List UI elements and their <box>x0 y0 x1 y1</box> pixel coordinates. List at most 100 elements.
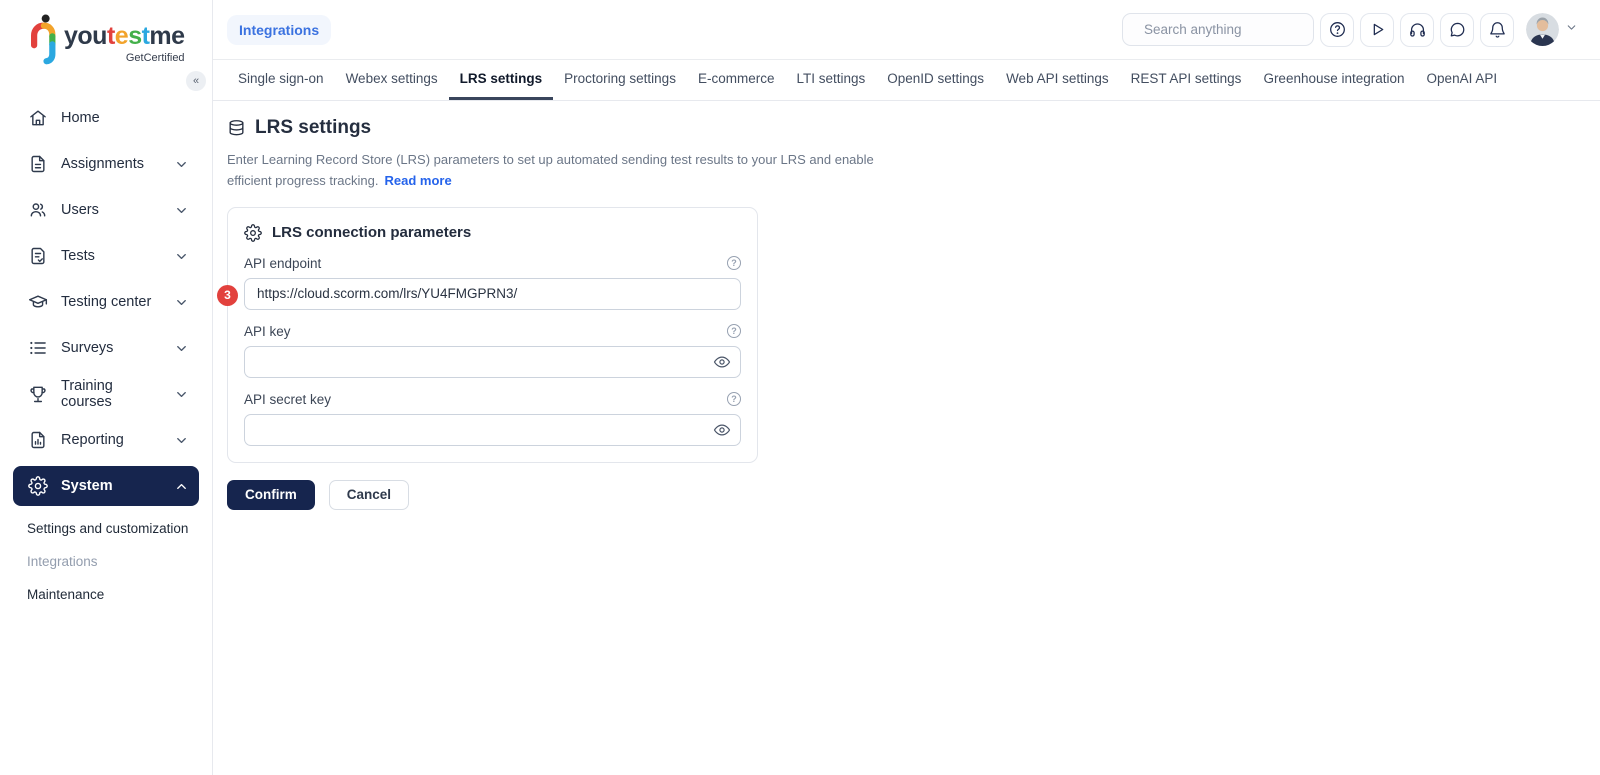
bell-icon <box>1489 22 1505 38</box>
page-description: Enter Learning Record Store (LRS) parame… <box>227 150 1600 192</box>
gear-icon <box>244 223 262 242</box>
tab-lti-settings[interactable]: LTI settings <box>785 60 876 100</box>
play-icon <box>1373 23 1383 36</box>
notifications-button[interactable] <box>1480 12 1514 47</box>
subnav-item-label: Settings and customization <box>27 521 189 536</box>
subnav-item-settings-and-customization[interactable]: Settings and customization <box>0 512 212 545</box>
top-bar: Integrations <box>213 0 1600 60</box>
brand-name: youtestme <box>64 22 185 50</box>
settings-tabbar: Single sign-on Webex settings LRS settin… <box>213 60 1600 101</box>
sidebar-item-testing-center[interactable]: Testing center <box>13 282 199 322</box>
read-more-link[interactable]: Read more <box>385 173 452 188</box>
gear-icon <box>28 476 48 496</box>
info-icon[interactable]: ? <box>727 256 741 271</box>
brand-tagline: GetCertified <box>125 52 185 64</box>
help-button[interactable] <box>1320 12 1354 47</box>
tour-button[interactable] <box>1360 12 1394 47</box>
support-button[interactable] <box>1400 12 1434 47</box>
top-bar-actions <box>1122 12 1578 47</box>
info-icon[interactable]: ? <box>727 392 741 407</box>
api-endpoint-input[interactable] <box>244 277 741 310</box>
assignments-icon <box>31 155 45 173</box>
field-label-row: API endpoint ? <box>244 256 741 271</box>
subnav-item-integrations[interactable]: Integrations <box>0 545 212 578</box>
eye-icon <box>713 356 731 368</box>
description-line1: Enter Learning Record Store (LRS) parame… <box>227 152 874 167</box>
api-key-input[interactable] <box>244 345 741 378</box>
system-subnav: Settings and customization Integrations … <box>0 512 212 611</box>
sidebar-item-label: Training courses <box>61 378 113 410</box>
eye-icon <box>713 424 731 436</box>
sidebar-item-home[interactable]: Home <box>13 98 199 138</box>
field-label-row: API secret key ? <box>244 392 741 407</box>
sidebar-item-label: System <box>61 478 113 494</box>
confirm-button[interactable]: Confirm <box>227 479 315 510</box>
field-label-row: API key ? <box>244 324 741 339</box>
sidebar-item-assignments[interactable]: Assignments <box>13 144 199 184</box>
page-title: LRS settings <box>227 117 1600 139</box>
sidebar-item-reporting[interactable]: Reporting <box>13 420 199 460</box>
toggle-visibility-button[interactable] <box>713 421 731 439</box>
description-line2: efficient progress tracking. <box>227 172 379 188</box>
content-area: LRS settings Enter Learning Record Store… <box>213 101 1600 510</box>
sidebar-item-training-courses[interactable]: Training courses <box>13 374 199 414</box>
training-courses-icon <box>30 386 46 403</box>
subnav-item-maintenance[interactable]: Maintenance <box>0 578 212 611</box>
chevron-down-icon <box>177 299 186 305</box>
headset-icon <box>1409 23 1425 37</box>
tab-openai-api[interactable]: OpenAI API <box>1416 60 1509 100</box>
user-avatar[interactable] <box>1526 13 1559 46</box>
tab-greenhouse-integration[interactable]: Greenhouse integration <box>1252 60 1415 100</box>
form-actions: Confirm Cancel <box>227 479 1600 510</box>
subnav-item-label: Integrations <box>27 554 98 569</box>
tab-openid-settings[interactable]: OpenID settings <box>876 60 995 100</box>
page-title-text: LRS settings <box>255 117 372 138</box>
sidebar-item-surveys[interactable]: Surveys <box>13 328 199 368</box>
api-secret-key-input[interactable] <box>244 413 741 446</box>
database-icon <box>229 119 244 135</box>
sidebar-item-system[interactable]: System <box>13 466 199 506</box>
chevron-down-icon <box>177 253 186 259</box>
collapse-icon: « <box>192 75 200 87</box>
avatar-image <box>1526 13 1559 46</box>
toggle-visibility-button[interactable] <box>713 353 731 371</box>
tab-proctoring-settings[interactable]: Proctoring settings <box>553 60 687 100</box>
tab-rest-api-settings[interactable]: REST API settings <box>1120 60 1253 100</box>
card-title-text: LRS connection parameters <box>272 224 472 242</box>
api-secret-key-input-wrap <box>244 413 741 446</box>
tab-lrs-settings[interactable]: LRS settings <box>448 60 554 100</box>
api-secret-key-label: API secret key <box>244 391 332 407</box>
tab-web-api-settings[interactable]: Web API settings <box>995 60 1120 100</box>
chat-icon <box>1450 22 1464 37</box>
main-area: Integrations Search anything Single sign… <box>213 0 1600 775</box>
api-endpoint-label: API endpoint <box>244 255 322 271</box>
search-input[interactable] <box>1144 22 1321 37</box>
sidebar-item-label: Surveys <box>61 340 114 356</box>
sidebar-item-label: Home <box>61 110 100 126</box>
tab-webex-settings[interactable]: Webex settings <box>335 60 449 100</box>
info-icon[interactable]: ? <box>727 324 741 339</box>
sidebar-collapse-button[interactable]: « <box>186 71 206 91</box>
tab-e-commerce[interactable]: E-commerce <box>687 60 786 100</box>
lrs-connection-card: 3 LRS connection parameters API endpoint… <box>217 206 758 463</box>
feedback-button[interactable] <box>1440 12 1474 47</box>
sidebar-item-label: Users <box>61 202 99 218</box>
brand-mark-icon <box>31 14 56 65</box>
sidebar-item-tests[interactable]: Tests <box>13 236 199 276</box>
tests-icon <box>31 247 45 265</box>
cancel-button[interactable]: Cancel <box>328 479 410 510</box>
chevron-down-icon <box>177 391 186 397</box>
sidebar-item-users[interactable]: Users <box>13 190 199 230</box>
tab-single-sign-on[interactable]: Single sign-on <box>227 60 335 100</box>
step-badge: 3 <box>217 284 238 306</box>
testing-center-icon <box>28 295 48 308</box>
avatar-menu-caret[interactable] <box>1565 21 1578 39</box>
chevron-down-icon <box>177 207 186 213</box>
chevron-down-icon <box>177 345 186 351</box>
breadcrumb[interactable]: Integrations <box>227 14 332 45</box>
users-icon <box>30 203 46 217</box>
sidebar-item-label: Testing center <box>61 294 152 310</box>
reporting-icon <box>31 431 45 449</box>
search-box[interactable] <box>1122 13 1321 46</box>
subnav-item-label: Maintenance <box>27 587 105 602</box>
